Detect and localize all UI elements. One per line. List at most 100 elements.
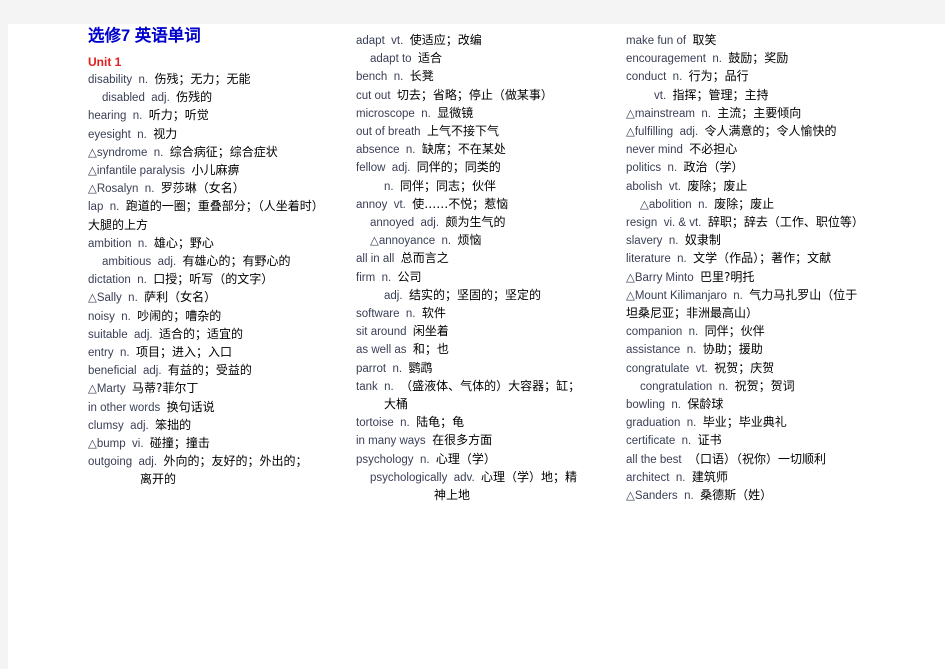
- entry-definition: 笨拙的: [155, 417, 192, 432]
- vocabulary-entry: psychologically adv. 心理（学）地；精: [356, 469, 618, 487]
- entry-definition: 有益的；受益的: [167, 363, 252, 378]
- vocabulary-entry: △infantile paralysis 小儿麻痹: [88, 162, 346, 180]
- entry-list-2: adapt vt. 使适应；改编 adapt to 适合 bench n. 长凳 cu…: [356, 32, 618, 505]
- entry-part-of-speech: n.: [688, 326, 699, 339]
- vocabulary-entry: out of breath 上气不接下气: [356, 123, 618, 141]
- vocabulary-column-3: make fun of 取笑 encouragement n. 鼓励；奖励 cond…: [626, 24, 926, 505]
- entry-word: annoyed: [370, 217, 415, 230]
- entry-definition: 大桶: [384, 397, 409, 412]
- entry-part-of-speech: n.: [686, 417, 697, 430]
- vocabulary-entry: disability n. 伤残；无力；无能: [88, 71, 346, 89]
- entry-word: slavery: [626, 235, 663, 248]
- vocabulary-entry: sit around 闲坐着: [356, 323, 618, 341]
- entry-word: cut out: [356, 89, 391, 102]
- entry-word: △bump: [88, 438, 126, 451]
- entry-part-of-speech: n.: [384, 180, 394, 193]
- entry-definition: 雄心；野心: [153, 235, 214, 250]
- entry-part-of-speech: n.: [681, 435, 692, 448]
- document-page: 选修7 英语单词 Unit 1 disability n. 伤残；无力；无能 di…: [8, 24, 945, 669]
- entry-part-of-speech: n.: [686, 344, 697, 357]
- entry-definition: （口语）（祝你）一切顺利: [688, 451, 827, 466]
- entry-word: in many ways: [356, 435, 426, 448]
- entry-definition: 口授；听写（的文字）: [153, 272, 274, 287]
- entry-part-of-speech: n.: [672, 71, 683, 84]
- entry-part-of-speech: vt.: [668, 180, 681, 193]
- vocabulary-entry: all in all 总而言之: [356, 250, 618, 268]
- vocabulary-entry: cut out 切去；省略；停止（做某事）: [356, 87, 618, 105]
- entry-definition: 外向的；友好的；外出的；: [163, 454, 308, 469]
- entry-part-of-speech: n.: [671, 399, 681, 412]
- entry-definition: 跑道的一圈；重叠部分；（人坐着时）: [125, 199, 324, 214]
- vocabulary-entry: △Mount Kilimanjaro n. 气力马扎罗山（位于: [626, 287, 926, 305]
- entry-part-of-speech: adj.: [134, 328, 153, 341]
- entry-word: literature: [626, 253, 671, 266]
- entry-word: software: [356, 308, 400, 321]
- entry-definition: 证书: [697, 433, 722, 448]
- entry-definition: 闲坐着: [412, 324, 449, 339]
- entry-word: microscope: [356, 107, 415, 120]
- vocabulary-entry: bowling n. 保龄球: [626, 396, 926, 414]
- entry-definition: 使……不悦；惹恼: [412, 196, 509, 211]
- entry-definition: 碰撞；撞击: [149, 436, 210, 451]
- vocabulary-entry: disabled adj. 伤残的: [88, 89, 346, 107]
- unit-label: Unit 1: [88, 55, 122, 69]
- entry-word: △mainstream: [626, 107, 695, 120]
- entry-word: disability: [88, 74, 133, 86]
- entry-definition: 听力；听觉: [148, 108, 209, 123]
- vocabulary-entry: software n. 软件: [356, 305, 618, 323]
- entry-definition: 伤残的: [176, 90, 213, 105]
- entry-definition: 文学（作品）；著作；文献: [693, 251, 832, 266]
- entry-definition: 烦恼: [457, 233, 482, 248]
- vocabulary-entry: noisy n. 吵闹的；嘈杂的: [88, 308, 346, 326]
- entry-part-of-speech: adj.: [679, 126, 699, 139]
- entry-part-of-speech: n.: [153, 146, 164, 159]
- vocabulary-entry: politics n. 政治（学）: [626, 159, 926, 177]
- entry-definition: 萨利（女名）: [144, 290, 217, 305]
- entry-word: bench: [356, 71, 388, 84]
- vocabulary-entry: △Rosalyn n. 罗莎琳（女名）: [88, 180, 346, 198]
- column-2-spacer: [356, 24, 618, 32]
- entry-definition: 毕业；毕业典礼: [702, 415, 787, 430]
- entry-definition: 废除；废止: [687, 178, 748, 193]
- entry-definition: 结实的；坚固的；坚定的: [408, 287, 541, 302]
- entry-part-of-speech: n.: [381, 271, 392, 284]
- entry-part-of-speech: n.: [675, 471, 686, 484]
- entry-definition: 伤残；无力；无能: [154, 72, 251, 86]
- vocabulary-entry: △abolition n. 废除；废止: [626, 196, 926, 214]
- vocabulary-entry: △Barry Minto 巴里?明托: [626, 269, 926, 287]
- entry-definition: 吵闹的；嘈杂的: [137, 308, 222, 323]
- vocabulary-entry: dictation n. 口授；听写（的文字）: [88, 271, 346, 289]
- entry-part-of-speech: n.: [419, 453, 430, 466]
- entry-part-of-speech: n.: [701, 107, 711, 120]
- entry-definition: 神上地: [434, 488, 471, 503]
- entry-part-of-speech: n.: [121, 310, 131, 323]
- entry-definition: 祝贺；庆贺: [714, 360, 775, 375]
- vocabulary-entry: vt. 指挥；管理；主持: [626, 87, 926, 105]
- entry-word: as well as: [356, 344, 407, 357]
- entry-word: certificate: [626, 435, 676, 448]
- vocabulary-entry: make fun of 取笑: [626, 32, 926, 50]
- entry-part-of-speech: adj.: [157, 256, 177, 269]
- entry-word: clumsy: [88, 419, 124, 432]
- entry-definition: 建筑师: [691, 469, 728, 484]
- entry-definition: 小儿麻痹: [191, 163, 240, 178]
- vocabulary-entry: 离开的: [88, 471, 346, 489]
- entry-definition: 同伴的；同类的: [416, 160, 501, 175]
- entry-word: graduation: [626, 417, 681, 430]
- vocabulary-entry: resign vi. & vt. 辞职；辞去（工作、职位等）: [626, 214, 926, 232]
- entry-part-of-speech: n.: [137, 274, 147, 287]
- vocabulary-entry: psychology n. 心理（学）: [356, 451, 618, 469]
- entry-word: all in all: [356, 253, 395, 266]
- entry-word: in other words: [88, 401, 161, 414]
- entry-part-of-speech: n.: [109, 201, 120, 214]
- vocabulary-entry: beneficial adj. 有益的；受益的: [88, 362, 346, 380]
- vocabulary-entry: △syndrome n. 综合病征；综合症状: [88, 144, 346, 162]
- entry-part-of-speech: vt.: [393, 198, 406, 211]
- entry-definition: 祝贺；贺词: [734, 378, 795, 393]
- entry-word: annoy: [356, 198, 388, 211]
- entry-part-of-speech: n.: [393, 71, 404, 84]
- entry-part-of-speech: n.: [684, 490, 694, 503]
- entry-part-of-speech: vt.: [695, 362, 708, 375]
- entry-word: beneficial: [88, 365, 137, 378]
- entry-definition: 行为；品行: [688, 69, 749, 84]
